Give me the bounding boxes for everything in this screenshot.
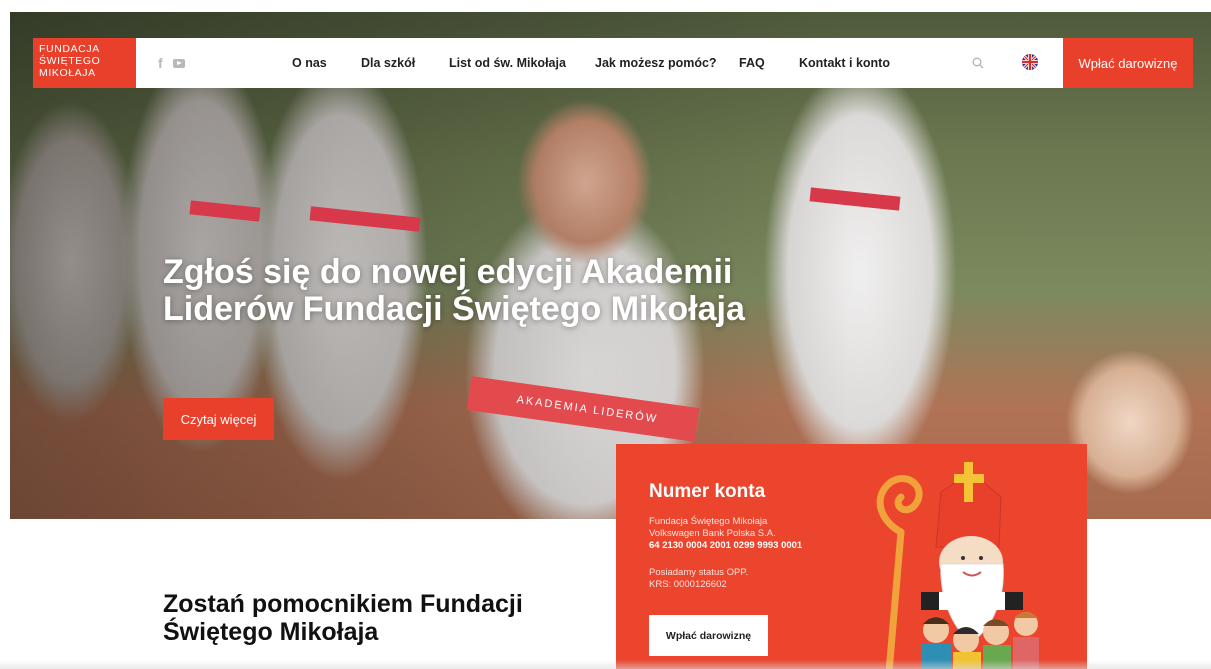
main-nav: f O nas Dla szkół List od św. Mikołaja J…	[136, 38, 1063, 88]
social-links: f	[158, 38, 185, 88]
card-donate-button[interactable]: Wpłać darowiznę	[649, 615, 768, 656]
nav-item-dla-szkol[interactable]: Dla szkół	[361, 38, 415, 88]
account-status: Posiadamy status OPP.	[649, 567, 749, 578]
logo-line: Mikołaja	[39, 67, 96, 79]
nav-item-faq[interactable]: FAQ	[739, 38, 765, 88]
donate-button[interactable]: Wpłać darowiznę	[1063, 38, 1193, 88]
logo-line: Świętego	[39, 55, 101, 67]
account-krs: KRS: 0000126602	[649, 579, 727, 590]
nav-item-list[interactable]: List od św. Mikołaja	[449, 38, 566, 88]
account-bank: Volkswagen Bank Polska S.A.	[649, 528, 776, 539]
search-icon[interactable]	[972, 57, 984, 69]
uk-flag-icon[interactable]	[1022, 54, 1038, 70]
nav-item-kontakt[interactable]: Kontakt i konto	[799, 38, 890, 88]
hero-title: Zgłoś się do nowej edycji Akademii Lider…	[163, 253, 745, 328]
read-more-button[interactable]: Czytaj więcej	[163, 398, 274, 440]
account-number: 64 2130 0004 2001 0299 9993 0001	[649, 540, 803, 551]
account-title: Numer konta	[649, 481, 766, 502]
nav-item-jak-pomoc[interactable]: Jak możesz pomóc?	[595, 38, 717, 88]
section-title: Zostań pomocnikiem Fundacji Świętego Mik…	[163, 590, 523, 646]
page-edge	[0, 660, 1211, 669]
facebook-icon[interactable]: f	[158, 55, 163, 71]
account-org: Fundacja Świętego Mikołaja	[649, 516, 768, 527]
saint-nicholas-illustration	[876, 462, 1039, 669]
logo[interactable]: Fundacja Świętego Mikołaja	[33, 38, 136, 88]
account-card: Numer konta Fundacja Świętego Mikołaja V…	[616, 444, 1087, 669]
logo-line: Fundacja	[39, 43, 100, 55]
nav-item-o-nas[interactable]: O nas	[292, 38, 327, 88]
youtube-icon[interactable]	[172, 58, 185, 68]
